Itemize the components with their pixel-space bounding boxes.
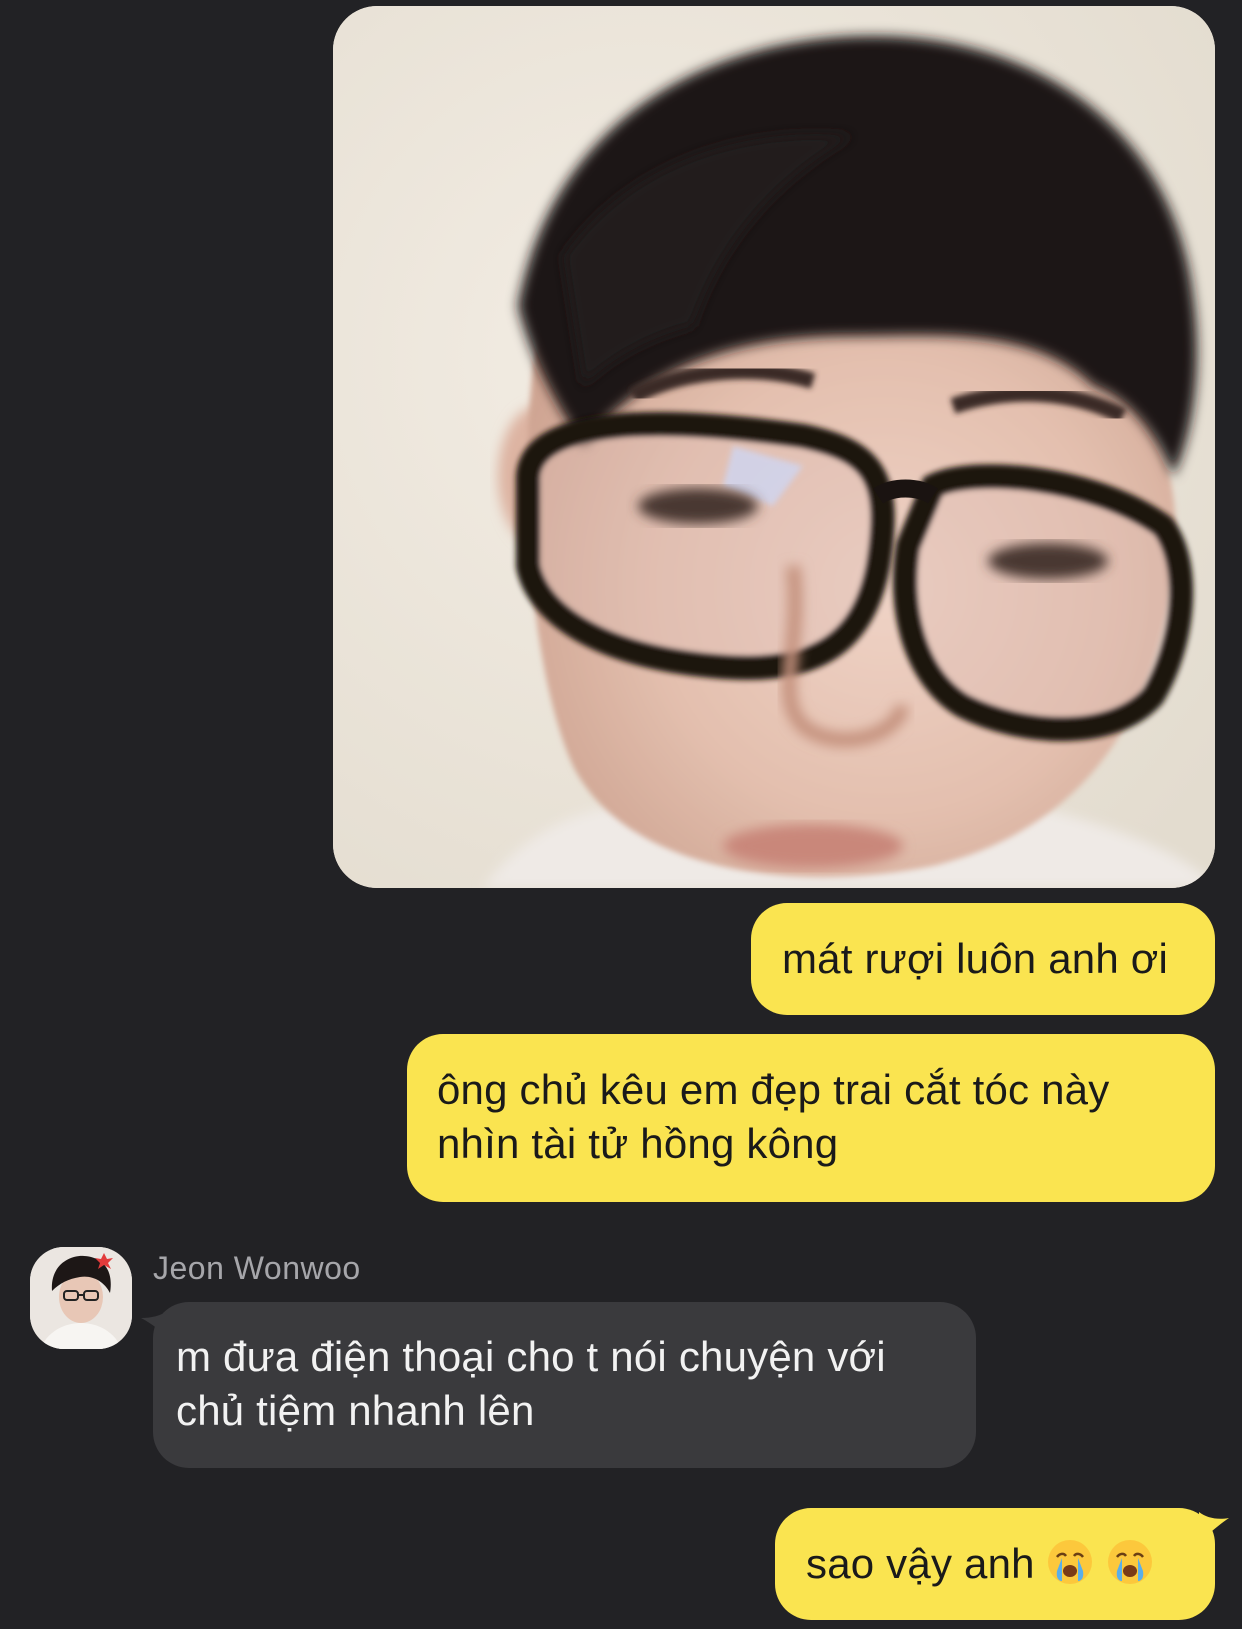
- outgoing-message-bubble[interactable]: sao vậy anh: [775, 1508, 1229, 1620]
- message-text-line-2: chủ tiệm nhanh lên: [176, 1387, 535, 1434]
- crying-face-icon: [1105, 1537, 1155, 1587]
- bubble-tail: [141, 1310, 169, 1338]
- incoming-message-bubble[interactable]: m đưa điện thoại cho t nói chuyện với ch…: [141, 1302, 976, 1468]
- message-text: sao vậy anh: [806, 1540, 1035, 1587]
- avatar[interactable]: [30, 1247, 132, 1349]
- sender-name: Jeon Wonwoo: [153, 1250, 361, 1286]
- chat-thread: mát rượi luôn anh ơi ông chủ kêu em đẹp …: [0, 0, 1242, 1629]
- message-text-line-1: ông chủ kêu em đẹp trai cắt tóc này: [437, 1066, 1110, 1113]
- avatar-image: [30, 1247, 132, 1349]
- message-text: mát rượi luôn anh ơi: [782, 935, 1169, 982]
- outgoing-message-bubble[interactable]: ông chủ kêu em đẹp trai cắt tóc này nhìn…: [407, 1034, 1215, 1202]
- bubble-tail: [1199, 1512, 1229, 1542]
- message-text-line-1: m đưa điện thoại cho t nói chuyện với: [176, 1333, 886, 1380]
- crying-face-icon: [1045, 1537, 1095, 1587]
- outgoing-message-bubble[interactable]: mát rượi luôn anh ơi: [751, 903, 1215, 1015]
- message-text-line-2: nhìn tài tử hồng kông: [437, 1120, 839, 1167]
- photo-message[interactable]: [333, 6, 1215, 888]
- selfie-photo: [333, 6, 1215, 888]
